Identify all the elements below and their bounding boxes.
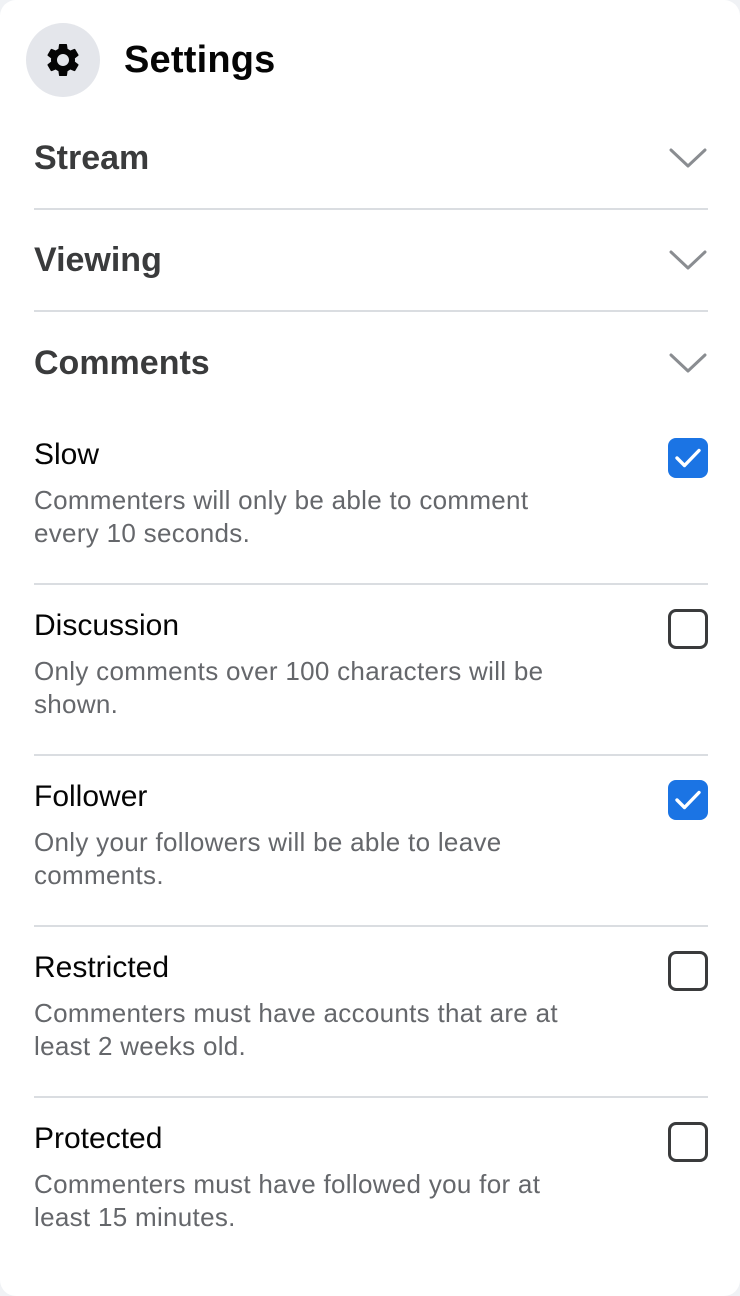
option-follower: Follower Only your followers will be abl…	[34, 756, 708, 927]
option-name: Restricted	[34, 951, 170, 984]
settings-sections: Stream Viewing Comments	[34, 108, 708, 414]
option-description: Commenters will only be able to comment …	[34, 485, 529, 548]
section-viewing[interactable]: Viewing	[34, 210, 708, 312]
option-description: Only comments over 100 characters will b…	[34, 656, 544, 719]
option-name: Protected	[34, 1122, 163, 1155]
slow-checkbox[interactable]	[668, 438, 708, 478]
option-name: Follower	[34, 780, 148, 813]
section-title-stream: Stream	[34, 138, 150, 177]
chevron-down-icon[interactable]	[668, 348, 708, 378]
settings-icon-container	[26, 23, 100, 97]
protected-checkbox[interactable]	[668, 1122, 708, 1162]
option-description: Only your followers will be able to leav…	[34, 827, 502, 890]
section-title-viewing: Viewing	[34, 240, 162, 279]
settings-header: Settings	[26, 22, 276, 98]
option-restricted: Restricted Commenters must have accounts…	[34, 927, 708, 1098]
chevron-down-icon[interactable]	[668, 245, 708, 275]
chevron-down-icon[interactable]	[668, 143, 708, 173]
option-description: Commenters must have accounts that are a…	[34, 998, 558, 1061]
page-title: Settings	[124, 38, 276, 81]
restricted-checkbox[interactable]	[668, 951, 708, 991]
checkmark-icon	[675, 790, 701, 810]
discussion-checkbox[interactable]	[668, 609, 708, 649]
option-name: Discussion	[34, 609, 180, 642]
option-name: Slow	[34, 438, 100, 471]
section-title-comments: Comments	[34, 343, 210, 382]
option-protected: Protected Commenters must have followed …	[34, 1098, 708, 1269]
section-comments[interactable]: Comments	[34, 312, 708, 414]
option-slow: Slow Commenters will only be able to com…	[34, 414, 708, 585]
option-discussion: Discussion Only comments over 100 charac…	[34, 585, 708, 756]
comment-options-list: Slow Commenters will only be able to com…	[34, 414, 708, 1269]
option-description: Commenters must have followed you for at…	[34, 1169, 541, 1232]
gear-icon	[47, 44, 79, 76]
checkmark-icon	[675, 448, 701, 468]
section-stream[interactable]: Stream	[34, 108, 708, 210]
follower-checkbox[interactable]	[668, 780, 708, 820]
settings-panel: Settings Stream Viewing Comments Slow Co…	[0, 0, 740, 1296]
